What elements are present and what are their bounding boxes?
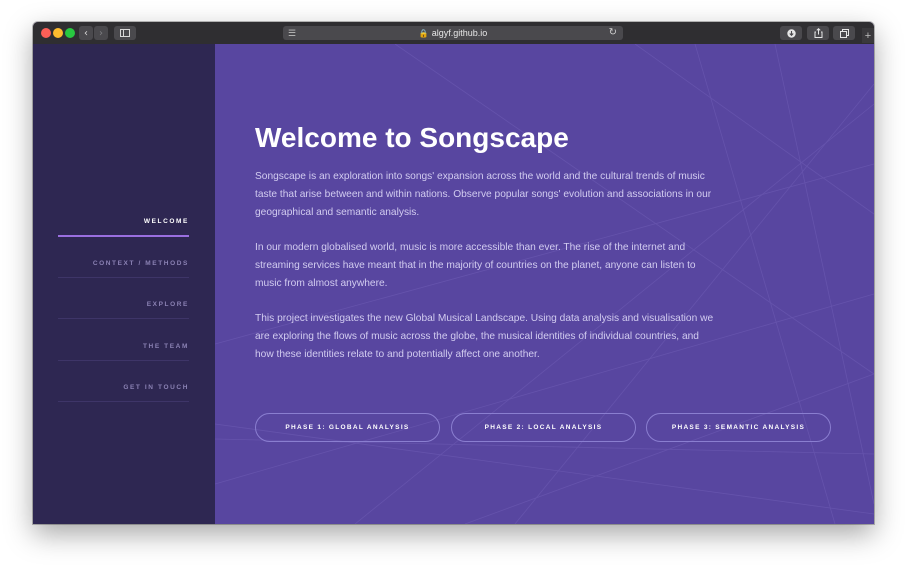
tabs-icon [839,28,849,38]
nav-item-label: THE TEAM [142,343,189,350]
new-tab-icon: + [864,29,872,42]
browser-window: ‹ › ☰ 🔒 algyf.github.io ↻ + WELCOME CONT… [33,22,874,524]
maximize-window-button[interactable] [65,28,75,38]
nav-item-welcome[interactable]: WELCOME [58,195,189,237]
nav-item-get-in-touch[interactable]: GET IN TOUCH [58,361,189,402]
nav-item-label: WELCOME [143,218,189,225]
close-window-button[interactable] [41,28,51,38]
download-button[interactable] [780,26,802,40]
phase-1-label: PHASE 1: GLOBAL ANALYSIS [285,424,410,431]
download-icon [786,28,796,38]
phase-1-button[interactable]: PHASE 1: GLOBAL ANALYSIS [255,413,440,442]
phase-2-button[interactable]: PHASE 2: LOCAL ANALYSIS [451,413,636,442]
sidebar-toggle-button[interactable] [114,26,136,40]
address-bar[interactable]: ☰ 🔒 algyf.github.io ↻ [283,26,623,40]
forward-button[interactable]: › [94,26,108,40]
share-button[interactable] [807,26,829,40]
minimize-window-button[interactable] [53,28,63,38]
sidebar-nav: WELCOME CONTEXT / METHODS EXPLORE THE TE… [33,44,215,524]
phase-3-label: PHASE 3: SEMANTIC ANALYSIS [671,424,806,431]
nav-item-explore[interactable]: EXPLORE [58,278,189,319]
lock-icon: 🔒 [418,28,429,38]
browser-toolbar: ‹ › ☰ 🔒 algyf.github.io ↻ + [33,22,874,45]
phase-3-button[interactable]: PHASE 3: SEMANTIC ANALYSIS [646,413,831,442]
back-icon: ‹ [84,27,88,39]
intro-paragraph-1: Songscape is an exploration into songs' … [255,171,712,218]
main-content: Welcome to Songscape Songscape is an exp… [215,44,874,524]
tabs-button[interactable] [833,26,855,40]
intro-paragraph-3: This project investigates the new Global… [255,313,714,360]
back-button[interactable]: ‹ [79,26,93,40]
intro-paragraph-2: In our modern globalised world, music is… [255,242,696,289]
share-icon [814,28,822,38]
reader-icon[interactable]: ☰ [288,28,296,39]
phase-2-label: PHASE 2: LOCAL ANALYSIS [484,424,603,431]
url-text: algyf.github.io [431,28,488,38]
new-tab-button[interactable]: + [862,28,874,43]
nav-item-label: CONTEXT / METHODS [92,260,189,267]
page-title: Welcome to Songscape [255,122,569,153]
reload-icon[interactable]: ↻ [609,27,617,38]
nav-item-label: EXPLORE [146,301,189,308]
nav-item-the-team[interactable]: THE TEAM [58,320,189,361]
forward-icon: › [99,27,103,39]
nav-item-context-methods[interactable]: CONTEXT / METHODS [58,237,189,278]
sidebar-icon [120,29,130,37]
nav-item-label: GET IN TOUCH [123,384,189,391]
